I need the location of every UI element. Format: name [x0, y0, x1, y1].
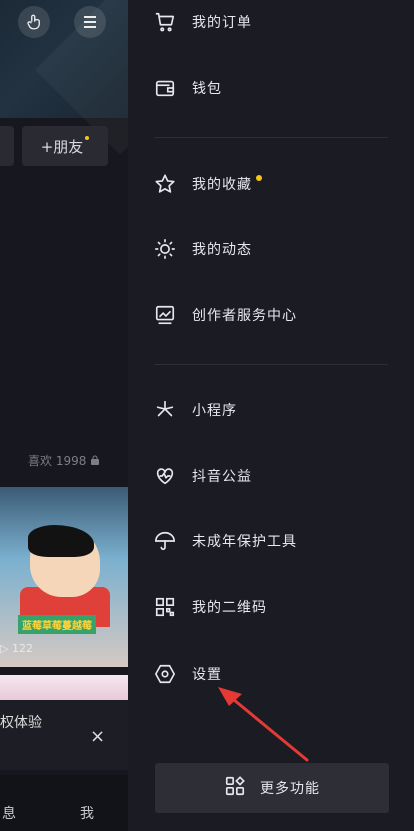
hand-pointer-icon [27, 14, 40, 30]
grid-plus-icon [224, 775, 246, 801]
menu-button[interactable] [74, 6, 106, 38]
menu-item-label: 我的订单 [192, 15, 252, 31]
divider [154, 137, 388, 138]
wallet-icon [152, 75, 178, 101]
menu-item-orders[interactable]: 我的订单 [152, 2, 392, 42]
hamburger-menu-icon [84, 16, 96, 28]
menu-item-label: 我的二维码 [192, 600, 267, 616]
notice-text: 权体验 [0, 715, 42, 731]
notice-banner: 权体验 × [0, 700, 128, 770]
menu-item-label: 小程序 [192, 403, 237, 419]
favorites-count-label: 喜欢 1998 [28, 454, 87, 468]
more-features-label: 更多功能 [260, 781, 320, 797]
thumbnail-caption: 蓝莓草莓蔓越莓 [18, 615, 96, 634]
menu-item-wallet[interactable]: 钱包 [152, 68, 392, 108]
menu-item-creator-center[interactable]: 创作者服务中心 [152, 295, 392, 335]
new-badge-dot [256, 175, 262, 181]
more-features-button[interactable]: 更多功能 [155, 763, 389, 813]
menu-item-label: 我的收藏 [192, 177, 252, 193]
close-icon[interactable]: × [90, 726, 105, 747]
favorites-count[interactable]: 喜欢 1998 [28, 452, 100, 469]
menu-item-charity[interactable]: 抖音公益 [152, 456, 392, 496]
nav-messages[interactable]: 息 [2, 803, 16, 823]
hexagon-settings-icon [152, 661, 178, 687]
menu-item-label: 未成年保护工具 [192, 534, 297, 550]
bottom-nav: 息 我 [0, 775, 128, 831]
play-count: ▷ 122 [0, 642, 33, 655]
menu-item-label: 钱包 [192, 81, 222, 97]
sun-icon [152, 236, 178, 262]
menu-item-minor-protection[interactable]: 未成年保护工具 [152, 521, 392, 561]
qrcode-icon [152, 594, 178, 620]
video-thumbnail-2[interactable] [0, 675, 128, 700]
profile-page-background: +朋友 喜欢 1998 蓝莓草莓蔓越莓 ▷ 122 权体验 × 息 我 [0, 0, 128, 831]
play-count-value: 122 [11, 642, 33, 655]
menu-item-qrcode[interactable]: 我的二维码 [152, 587, 392, 627]
menu-item-settings[interactable]: 设置 [152, 654, 392, 694]
video-thumbnail[interactable]: 蓝莓草莓蔓越莓 ▷ 122 [0, 487, 128, 667]
menu-item-activity[interactable]: 我的动态 [152, 229, 392, 269]
thumbnail-character-hair [28, 525, 94, 557]
edit-profile-button[interactable] [0, 126, 14, 166]
umbrella-icon [152, 528, 178, 554]
add-friend-dot [85, 136, 90, 140]
nav-me[interactable]: 我 [80, 803, 94, 823]
asterisk-icon [152, 397, 178, 423]
menu-item-label: 创作者服务中心 [192, 308, 297, 324]
divider [154, 364, 388, 365]
cart-icon [152, 9, 178, 35]
lock-icon [91, 455, 100, 465]
menu-item-label: 抖音公益 [192, 469, 252, 485]
add-friend-button[interactable]: +朋友 [22, 126, 108, 166]
star-icon [152, 171, 178, 197]
add-friend-label: +朋友 [40, 137, 84, 156]
monitor-chart-icon [152, 302, 178, 328]
menu-item-label: 我的动态 [192, 242, 252, 258]
gesture-button[interactable] [18, 6, 50, 38]
menu-item-favorites[interactable]: 我的收藏 [152, 164, 392, 204]
heart-pulse-icon [152, 463, 178, 489]
menu-item-mini-programs[interactable]: 小程序 [152, 390, 392, 430]
menu-item-label: 设置 [192, 667, 222, 683]
side-drawer: 我的订单 钱包 我的收藏 我的动态 创作者服务中心 小程序 抖音公益 未成年保护… [128, 0, 414, 831]
